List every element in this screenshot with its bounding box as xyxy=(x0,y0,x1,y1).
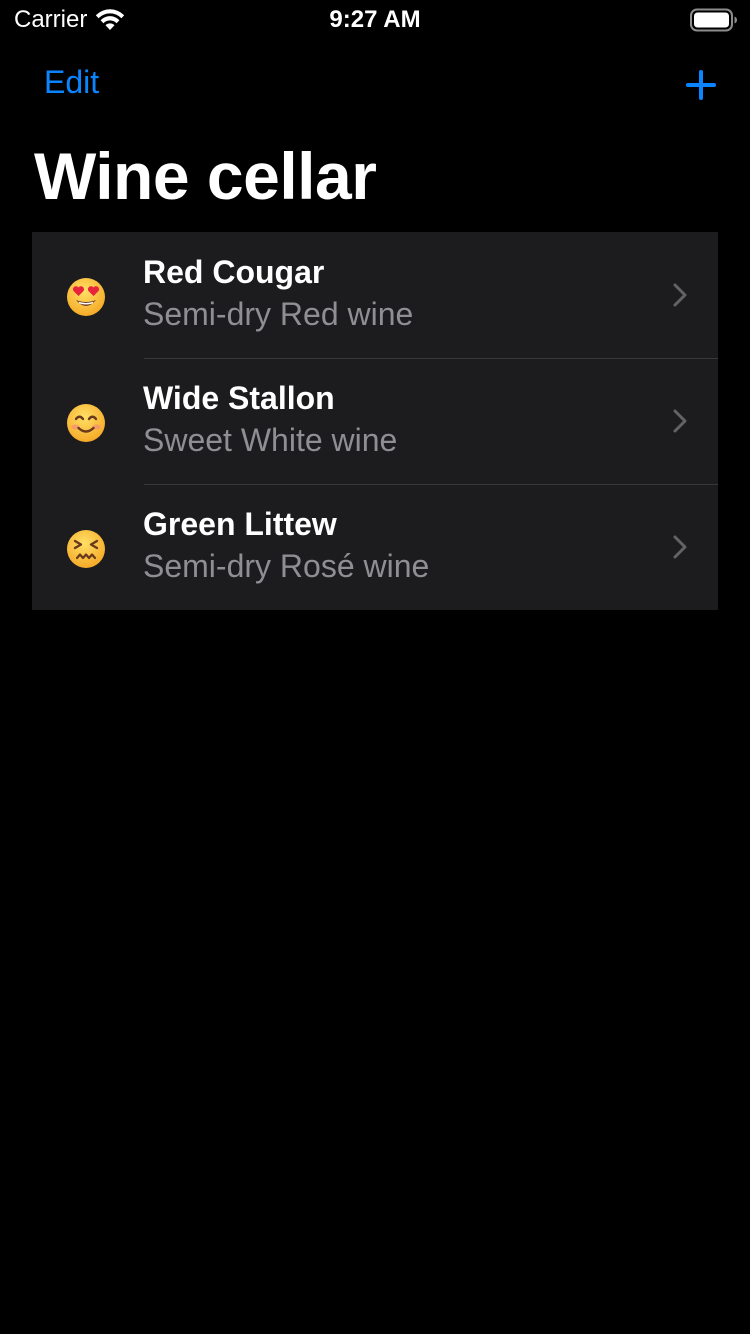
wine-name: Green Littew xyxy=(143,506,337,542)
row-separator xyxy=(144,484,718,485)
chevron-right-icon xyxy=(673,283,687,307)
chevron-right-icon xyxy=(673,535,687,559)
plus-icon xyxy=(686,70,716,100)
wine-name: Wide Stallon xyxy=(143,380,335,416)
wine-row[interactable]: Green Littew Semi-dry Rosé wine xyxy=(32,484,718,610)
edit-button[interactable]: Edit xyxy=(44,64,99,101)
wine-row[interactable]: Red Cougar Semi-dry Red wine xyxy=(32,232,718,358)
chevron-right-icon xyxy=(673,409,687,433)
status-bar: Carrier 9:27 AM xyxy=(0,0,750,40)
wine-name: Red Cougar xyxy=(143,254,325,290)
status-time: 9:27 AM xyxy=(329,6,421,33)
page-title: Wine cellar xyxy=(34,139,377,213)
wine-subtitle: Sweet White wine xyxy=(143,422,398,458)
wine-list: Red Cougar Semi-dry Red wine Wide Stallo… xyxy=(32,232,718,610)
battery-icon xyxy=(690,8,737,32)
row-separator xyxy=(144,358,718,359)
smiling-emoji-icon xyxy=(67,404,105,442)
wine-subtitle: Semi-dry Red wine xyxy=(143,296,414,332)
wine-subtitle: Semi-dry Rosé wine xyxy=(143,548,430,584)
add-wine-button[interactable] xyxy=(684,68,718,102)
wine-row[interactable]: Wide Stallon Sweet White wine xyxy=(32,358,718,484)
heart-eyes-emoji-icon xyxy=(67,278,105,316)
confounded-emoji-icon xyxy=(67,530,105,568)
